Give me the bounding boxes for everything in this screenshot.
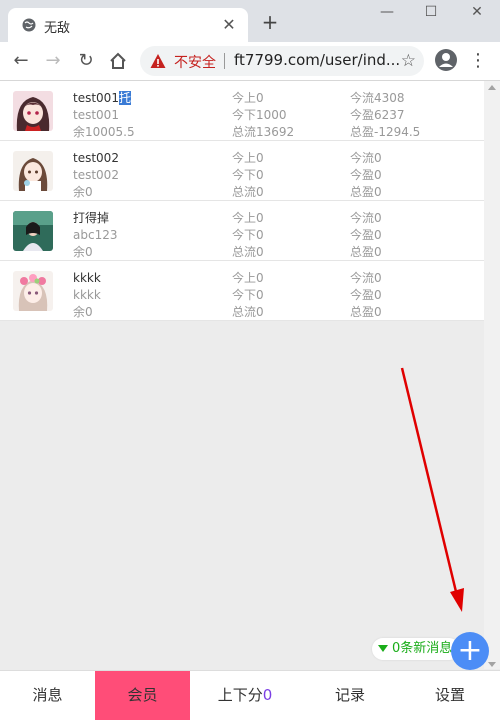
minimize-icon[interactable]: — bbox=[372, 4, 402, 24]
new-message-text: 0条新消息 bbox=[392, 641, 453, 656]
today-flow: 今流0 bbox=[350, 151, 382, 165]
member-row[interactable]: test002 test002 余0 今上0 今下0 总流0 今流0 今盈0 总… bbox=[0, 141, 484, 201]
scroll-up-icon[interactable] bbox=[488, 85, 496, 90]
member-row[interactable]: kkkk kkkk 余0 今上0 今下0 总流0 今流0 今盈0 总盈0 bbox=[0, 261, 484, 321]
anime-girl-avatar-2 bbox=[13, 151, 53, 191]
scroll-down-icon[interactable] bbox=[488, 662, 496, 667]
total-flow: 总流0 bbox=[232, 185, 264, 199]
member-balance: 余0 bbox=[73, 185, 93, 199]
total-profit: 总盈0 bbox=[350, 185, 382, 199]
tab-title: 无敌 bbox=[44, 21, 71, 36]
url-text[interactable]: ft7799.com/user/ind... bbox=[234, 51, 400, 69]
member-balance: 余0 bbox=[73, 305, 93, 319]
anime-girl-avatar bbox=[13, 91, 53, 131]
browser-toolbar: ← → ↻ 不安全 ft7799.com/user/ind... ☆ ⋮ bbox=[0, 42, 500, 81]
page-scrollbar[interactable] bbox=[484, 81, 500, 669]
caret-down-icon bbox=[378, 645, 388, 652]
flower-girl-avatar bbox=[13, 271, 53, 311]
menu-icon[interactable]: ⋮ bbox=[468, 48, 488, 74]
today-down: 今下0 bbox=[232, 168, 264, 182]
profile-icon[interactable] bbox=[434, 48, 458, 72]
today-up: 今上0 bbox=[232, 91, 264, 105]
total-profit: 总盈0 bbox=[350, 305, 382, 319]
today-profit: 今盈0 bbox=[350, 288, 382, 302]
today-down: 今下0 bbox=[232, 288, 264, 302]
bottom-nav: 消息 会员 上下分0 记录 设置 bbox=[0, 670, 500, 720]
forward-icon[interactable]: → bbox=[40, 48, 66, 74]
photo-girl-avatar bbox=[13, 211, 53, 251]
window-close-icon[interactable]: ✕ bbox=[462, 4, 492, 24]
member-row[interactable]: test001托 test001 余10005.5 今上0 今下1000 总流1… bbox=[0, 81, 484, 141]
today-profit: 今盈0 bbox=[350, 168, 382, 182]
nav-settings[interactable]: 设置 bbox=[400, 671, 500, 720]
member-account: kkkk bbox=[73, 288, 101, 302]
divider bbox=[224, 53, 225, 69]
today-down: 今下1000 bbox=[232, 108, 287, 122]
total-flow: 总流13692 bbox=[232, 125, 295, 139]
new-tab-button[interactable]: + bbox=[258, 10, 282, 34]
nav-records[interactable]: 记录 bbox=[300, 671, 400, 720]
member-balance: 余0 bbox=[73, 245, 93, 259]
reload-icon[interactable]: ↻ bbox=[73, 48, 99, 74]
nav-updown[interactable]: 上下分0 bbox=[190, 671, 300, 720]
new-message-badge[interactable]: 0条新消息 bbox=[372, 638, 461, 660]
home-icon[interactable] bbox=[105, 48, 131, 74]
member-account: test001 bbox=[73, 108, 119, 122]
globe-icon bbox=[22, 18, 36, 32]
member-account: test002 bbox=[73, 168, 119, 182]
today-down: 今下0 bbox=[232, 228, 264, 242]
bookmark-star-icon[interactable]: ☆ bbox=[401, 51, 416, 71]
back-icon[interactable]: ← bbox=[8, 48, 34, 74]
member-name: kkkk bbox=[73, 271, 101, 285]
total-flow: 总流0 bbox=[232, 245, 264, 259]
today-profit: 今盈0 bbox=[350, 228, 382, 242]
total-profit: 总盈-1294.5 bbox=[350, 125, 421, 139]
address-bar[interactable]: 不安全 ft7799.com/user/ind... ☆ bbox=[140, 46, 424, 76]
nav-updown-label: 上下分 bbox=[217, 686, 263, 704]
security-label[interactable]: 不安全 bbox=[174, 52, 216, 72]
today-flow: 今流4308 bbox=[350, 91, 405, 105]
nav-members[interactable]: 会员 bbox=[95, 671, 190, 720]
add-button[interactable]: + bbox=[451, 632, 489, 670]
today-flow: 今流0 bbox=[350, 271, 382, 285]
member-name: test002 bbox=[73, 151, 119, 165]
browser-tab[interactable]: 无敌 ✕ bbox=[8, 8, 248, 42]
member-name: 打得掉 bbox=[73, 211, 110, 225]
total-profit: 总盈0 bbox=[350, 245, 382, 259]
tab-close-icon[interactable]: ✕ bbox=[218, 14, 240, 36]
today-up: 今上0 bbox=[232, 151, 264, 165]
today-profit: 今盈6237 bbox=[350, 108, 405, 122]
today-up: 今上0 bbox=[232, 271, 264, 285]
member-row[interactable]: 打得掉 abc123 余0 今上0 今下0 总流0 今流0 今盈0 总盈0 bbox=[0, 201, 484, 261]
member-name: test001托 bbox=[73, 91, 131, 105]
browser-tabstrip: 无敌 ✕ + — ☐ ✕ bbox=[0, 0, 500, 42]
maximize-icon[interactable]: ☐ bbox=[416, 4, 446, 24]
member-account: abc123 bbox=[73, 228, 118, 242]
nav-messages[interactable]: 消息 bbox=[0, 671, 95, 720]
today-up: 今上0 bbox=[232, 211, 264, 225]
today-flow: 今流0 bbox=[350, 211, 382, 225]
total-flow: 总流0 bbox=[232, 305, 264, 319]
annotation-arrow bbox=[400, 367, 464, 612]
member-balance: 余10005.5 bbox=[73, 125, 135, 139]
nav-updown-count: 0 bbox=[262, 686, 273, 704]
warning-icon bbox=[150, 54, 166, 68]
